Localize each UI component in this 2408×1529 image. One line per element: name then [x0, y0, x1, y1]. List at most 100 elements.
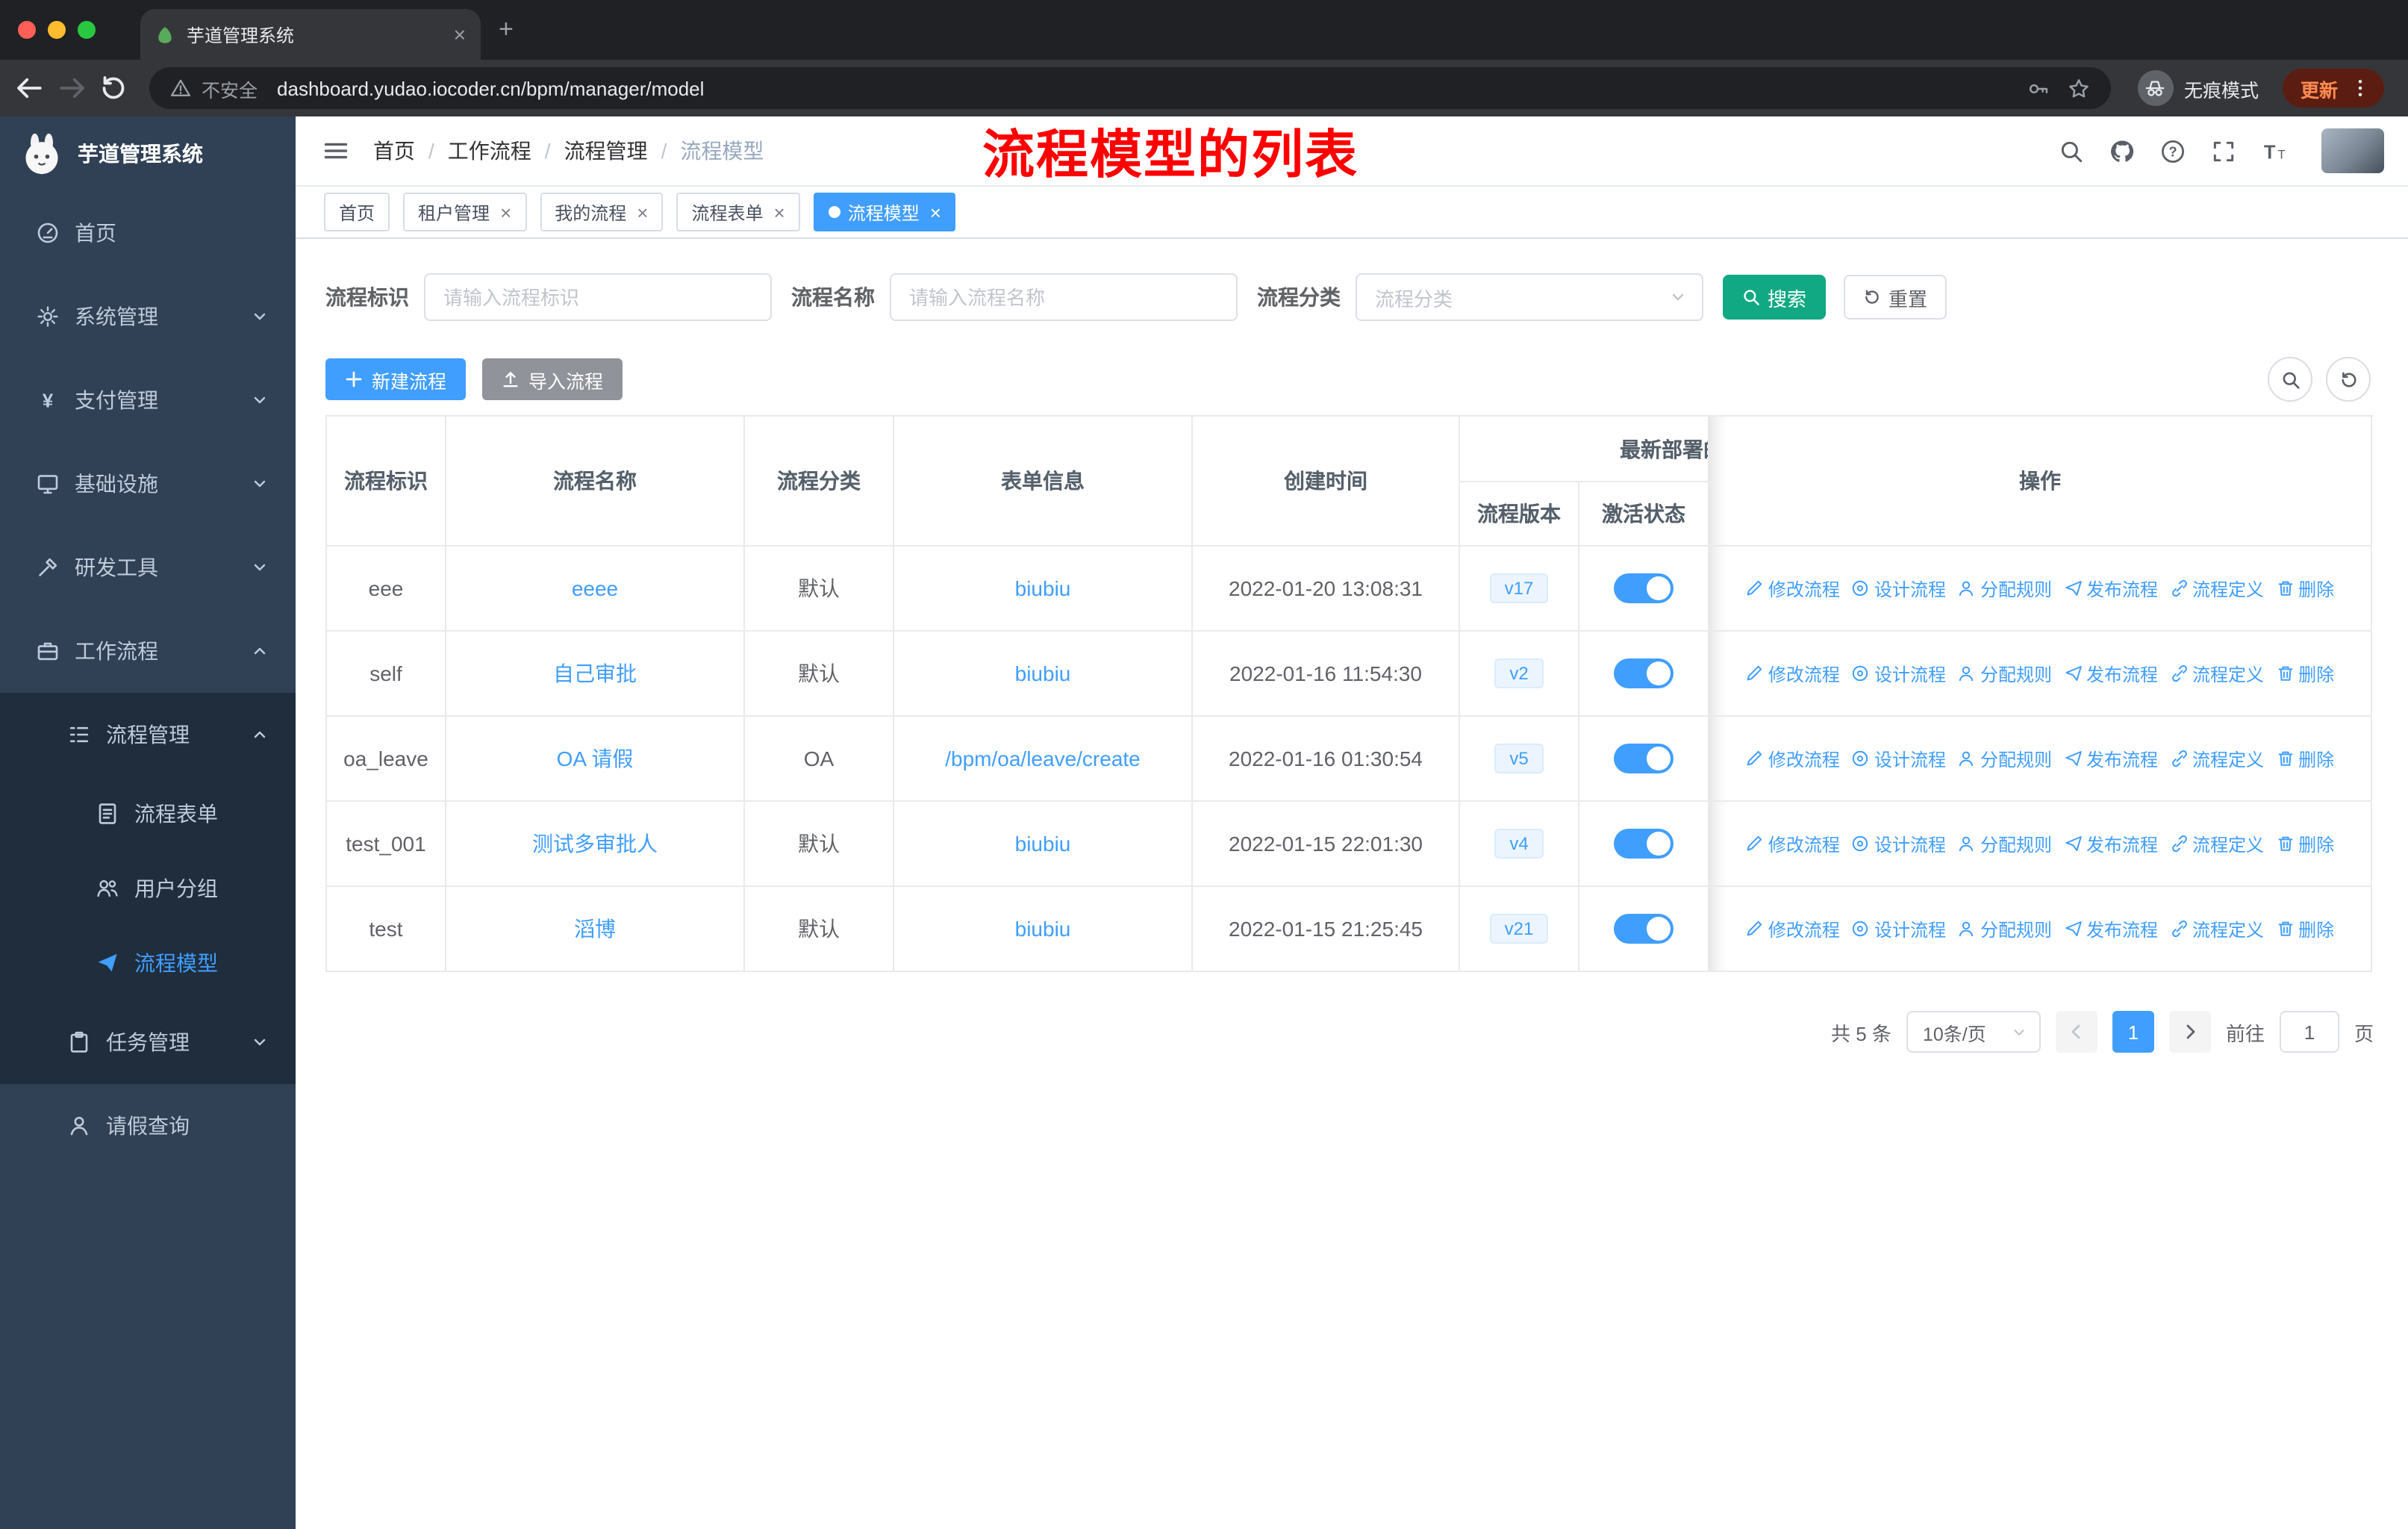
- next-page-button[interactable]: [2168, 1011, 2211, 1053]
- fullscreen-icon[interactable]: [2211, 138, 2236, 164]
- search-button[interactable]: 搜索: [1723, 275, 1827, 320]
- action-edit-link[interactable]: 修改流程: [1746, 576, 1840, 601]
- sidebar-item-task-mgmt[interactable]: 任务管理: [0, 1000, 296, 1084]
- github-icon[interactable]: [2109, 138, 2135, 164]
- action-definition-link[interactable]: 流程定义: [2170, 576, 2264, 601]
- process-name-link[interactable]: 滔博: [574, 914, 616, 944]
- active-toggle[interactable]: [1614, 744, 1674, 773]
- action-assign-link[interactable]: 分配规则: [1958, 916, 2052, 941]
- active-toggle[interactable]: [1614, 658, 1674, 688]
- action-edit-link[interactable]: 修改流程: [1746, 661, 1840, 686]
- breadcrumb-item[interactable]: 首页: [373, 136, 415, 166]
- action-publish-link[interactable]: 发布流程: [2064, 746, 2158, 771]
- sidebar-item-payment[interactable]: ¥ 支付管理: [0, 358, 296, 442]
- action-assign-link[interactable]: 分配规则: [1958, 661, 2052, 686]
- action-publish-link[interactable]: 发布流程: [2064, 916, 2158, 941]
- sidebar-item-system[interactable]: 系统管理: [0, 275, 296, 358]
- forward-button[interactable]: [57, 73, 87, 103]
- new-tab-button[interactable]: +: [499, 15, 514, 45]
- process-name-input[interactable]: [890, 273, 1238, 321]
- back-button[interactable]: [15, 73, 45, 103]
- action-definition-link[interactable]: 流程定义: [2170, 831, 2264, 856]
- action-design-link[interactable]: 设计流程: [1852, 576, 1946, 601]
- action-design-link[interactable]: 设计流程: [1852, 661, 1946, 686]
- tag-item[interactable]: 首页: [324, 193, 390, 231]
- incognito-profile-chip[interactable]: 无痕模式: [2132, 70, 2265, 106]
- close-window-button[interactable]: [18, 21, 36, 39]
- action-design-link[interactable]: 设计流程: [1852, 831, 1946, 856]
- active-toggle[interactable]: [1614, 573, 1674, 603]
- font-size-icon[interactable]: TT: [2262, 138, 2287, 164]
- breadcrumb-item[interactable]: 流程管理: [564, 136, 648, 166]
- sidebar-collapse-button[interactable]: [322, 137, 349, 164]
- process-name-link[interactable]: OA 请假: [557, 744, 634, 773]
- search-icon[interactable]: [2059, 138, 2084, 164]
- close-icon[interactable]: ×: [637, 201, 648, 223]
- tab-close-icon[interactable]: ×: [454, 22, 466, 46]
- form-link[interactable]: biubiu: [1015, 576, 1071, 600]
- action-definition-link[interactable]: 流程定义: [2170, 746, 2264, 771]
- action-edit-link[interactable]: 修改流程: [1746, 916, 1840, 941]
- action-delete-link[interactable]: 删除: [2276, 746, 2334, 771]
- action-edit-link[interactable]: 修改流程: [1746, 746, 1840, 771]
- tag-item[interactable]: 租户管理 ×: [403, 193, 527, 231]
- action-design-link[interactable]: 设计流程: [1852, 916, 1946, 941]
- action-assign-link[interactable]: 分配规则: [1958, 746, 2052, 771]
- minimize-window-button[interactable]: [48, 21, 66, 39]
- action-assign-link[interactable]: 分配规则: [1958, 831, 2052, 856]
- refresh-table-button[interactable]: [2326, 357, 2371, 402]
- page-1-button[interactable]: 1: [2112, 1011, 2154, 1053]
- category-select[interactable]: 流程分类: [1356, 273, 1703, 321]
- user-avatar[interactable]: [2321, 128, 2384, 173]
- reset-button[interactable]: 重置: [1844, 275, 1947, 320]
- goto-page-input[interactable]: [2279, 1011, 2339, 1053]
- process-name-link[interactable]: 自己审批: [553, 658, 637, 688]
- action-edit-link[interactable]: 修改流程: [1746, 831, 1840, 856]
- action-design-link[interactable]: 设计流程: [1852, 746, 1946, 771]
- prev-page-button[interactable]: [2055, 1011, 2097, 1053]
- help-icon[interactable]: ?: [2160, 138, 2186, 164]
- url-text[interactable]: dashboard.yudao.iocoder.cn/bpm/manager/m…: [277, 77, 704, 99]
- action-delete-link[interactable]: 删除: [2276, 831, 2334, 856]
- address-bar[interactable]: 不安全 dashboard.yudao.iocoder.cn/bpm/manag…: [149, 67, 2111, 109]
- close-icon[interactable]: ×: [774, 201, 785, 223]
- key-icon[interactable]: [2027, 77, 2050, 99]
- process-id-input[interactable]: [424, 273, 772, 321]
- sidebar-item-devtools[interactable]: 研发工具: [0, 526, 296, 609]
- active-toggle[interactable]: [1614, 829, 1674, 859]
- browser-menu-icon[interactable]: [2350, 78, 2371, 99]
- close-icon[interactable]: ×: [930, 201, 941, 223]
- action-delete-link[interactable]: 删除: [2276, 576, 2334, 601]
- tag-item[interactable]: 流程表单 ×: [676, 193, 800, 231]
- tag-item[interactable]: 我的流程 ×: [540, 193, 664, 231]
- process-name-link[interactable]: eeee: [572, 576, 618, 600]
- close-icon[interactable]: ×: [500, 201, 511, 223]
- form-link[interactable]: biubiu: [1015, 661, 1071, 685]
- page-size-select[interactable]: 10条/页: [1906, 1011, 2041, 1053]
- sidebar-item-process-form[interactable]: 流程表单: [0, 776, 296, 851]
- tag-item[interactable]: 流程模型 ×: [813, 193, 956, 231]
- form-link[interactable]: biubiu: [1015, 832, 1071, 856]
- sidebar-item-infra[interactable]: 基础设施: [0, 442, 296, 526]
- sidebar-item-workflow[interactable]: 工作流程: [0, 609, 296, 693]
- action-assign-link[interactable]: 分配规则: [1958, 576, 2052, 601]
- sidebar-item-leave-query[interactable]: 请假查询: [0, 1084, 296, 1168]
- browser-update-button[interactable]: 更新: [2282, 69, 2384, 108]
- form-link[interactable]: biubiu: [1015, 917, 1071, 941]
- sidebar-item-home[interactable]: 首页: [0, 191, 296, 275]
- action-delete-link[interactable]: 删除: [2276, 916, 2334, 941]
- form-link[interactable]: /bpm/oa/leave/create: [945, 747, 1141, 770]
- process-name-link[interactable]: 测试多审批人: [532, 829, 658, 859]
- toggle-search-button[interactable]: [2268, 357, 2312, 402]
- action-publish-link[interactable]: 发布流程: [2064, 576, 2158, 601]
- reload-button[interactable]: [99, 73, 128, 103]
- action-delete-link[interactable]: 删除: [2276, 661, 2334, 686]
- import-process-button[interactable]: 导入流程: [482, 358, 623, 400]
- action-publish-link[interactable]: 发布流程: [2064, 831, 2158, 856]
- action-definition-link[interactable]: 流程定义: [2170, 916, 2264, 941]
- sidebar-item-user-group[interactable]: 用户分组: [0, 851, 296, 926]
- action-publish-link[interactable]: 发布流程: [2064, 661, 2158, 686]
- breadcrumb-item[interactable]: 工作流程: [448, 136, 531, 166]
- sidebar-item-process-mgmt[interactable]: 流程管理: [0, 693, 296, 776]
- create-process-button[interactable]: 新建流程: [325, 358, 467, 400]
